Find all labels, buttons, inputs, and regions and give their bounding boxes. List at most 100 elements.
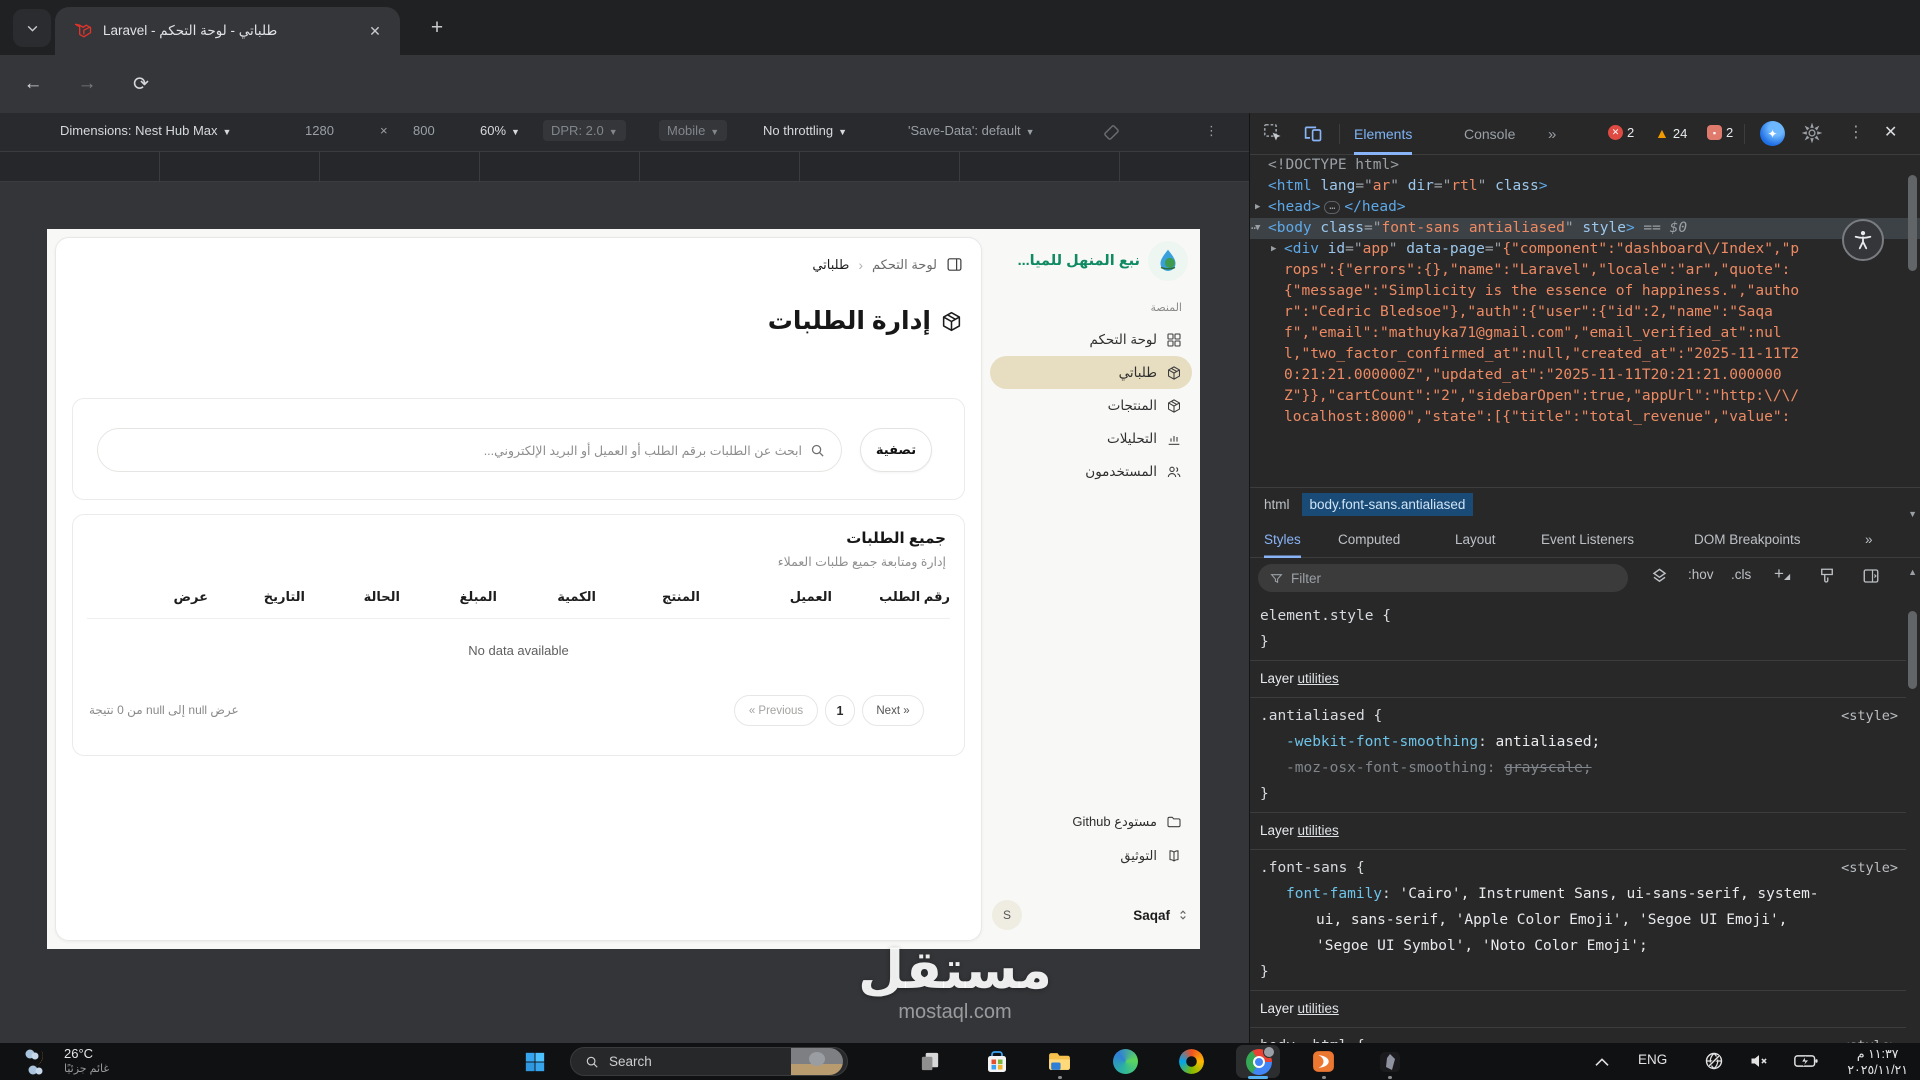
- volume-muted-icon[interactable]: [1749, 1051, 1769, 1071]
- weather-icon[interactable]: [20, 1046, 54, 1078]
- battery-charging-icon[interactable]: [1794, 1052, 1818, 1070]
- save-data-select[interactable]: 'Save-Data': default▼: [908, 123, 1035, 138]
- back-button[interactable]: ←: [18, 69, 48, 99]
- new-style-rule-icon[interactable]: +◢: [1774, 564, 1790, 584]
- stylesheet-source-link[interactable]: <style>: [1841, 1033, 1898, 1043]
- network-globe-icon[interactable]: [1704, 1051, 1724, 1071]
- new-tab-button[interactable]: +: [424, 15, 450, 41]
- layer-link[interactable]: utilities: [1298, 823, 1339, 838]
- collapse-arrow-icon[interactable]: ▼: [1255, 218, 1260, 239]
- dom-node-line[interactable]: Z"}},"cartCount":"2","sidebarOpen":true,…: [1250, 386, 1920, 407]
- devtools-menu-icon[interactable]: ⋮: [1848, 122, 1864, 142]
- breadcrumb-root[interactable]: لوحة التحكم: [872, 257, 937, 273]
- dom-node-line[interactable]: {"message":"Simplicity is the essence of…: [1250, 281, 1920, 302]
- expand-arrow-icon[interactable]: ▶: [1255, 197, 1260, 218]
- sidebar-item[interactable]: المستخدمون: [990, 455, 1192, 488]
- hover-state-toggle[interactable]: :hov: [1688, 567, 1714, 582]
- style-rule[interactable]: .font-sans {<style>font-family: 'Cairo',…: [1250, 850, 1906, 990]
- stylesheet-source-link[interactable]: <style>: [1841, 855, 1898, 881]
- taskbar-clock[interactable]: ١١:٣٧ م ٢٠٢٥/١١/٢١: [1847, 1046, 1908, 1078]
- breadcrumb-html[interactable]: html: [1264, 497, 1290, 512]
- styles-tab--[interactable]: »: [1865, 520, 1873, 558]
- class-toggle[interactable]: .cls: [1731, 567, 1751, 582]
- filter-button[interactable]: تصفية: [860, 428, 932, 472]
- page-number-button[interactable]: 1: [825, 695, 855, 726]
- style-rule[interactable]: element.style {}: [1250, 598, 1906, 660]
- rendering-emulation-icon[interactable]: [1818, 567, 1836, 585]
- sidebar-item[interactable]: المنتجات: [990, 389, 1192, 422]
- dom-node-line[interactable]: rops":{"errors":{},"name":"Laravel","loc…: [1250, 260, 1920, 281]
- computed-sidebar-toggle-icon[interactable]: [1862, 567, 1880, 585]
- breadcrumb-body-selected[interactable]: body.font-sans.antialiased: [1302, 493, 1474, 516]
- dom-node-selected[interactable]: ⋯▼<body class="font-sans antialiased" st…: [1250, 218, 1920, 239]
- devtools-tab-console[interactable]: Console: [1464, 113, 1515, 155]
- accessibility-overlay-icon[interactable]: [1842, 219, 1884, 261]
- previous-page-button[interactable]: « Previous: [734, 695, 818, 726]
- dom-node-line[interactable]: l,"two_factor_confirmed_at":null,"create…: [1250, 344, 1920, 365]
- style-rule[interactable]: .antialiased {<style>-webkit-font-smooth…: [1250, 698, 1906, 812]
- layer-link[interactable]: utilities: [1298, 1001, 1339, 1016]
- start-button[interactable]: [524, 1051, 546, 1073]
- chrome-icon[interactable]: [1245, 1048, 1272, 1075]
- throttling-select[interactable]: No throttling▼: [763, 123, 847, 138]
- taskbar-chevron-up-icon[interactable]: [1594, 1056, 1610, 1068]
- stylesheet-source-link[interactable]: <style>: [1841, 703, 1898, 729]
- more-tabs-icon[interactable]: »: [1548, 113, 1556, 155]
- elements-scrollbar[interactable]: [1907, 161, 1918, 525]
- sidebar-user[interactable]: S Saqaf: [992, 895, 1190, 935]
- task-view-icon[interactable]: [917, 1048, 944, 1075]
- forward-button[interactable]: →: [72, 69, 102, 99]
- device-type-select[interactable]: Mobile▼: [659, 120, 727, 141]
- scroll-up-icon[interactable]: ▲: [1908, 567, 1917, 577]
- next-page-button[interactable]: Next »: [862, 695, 924, 726]
- error-badge[interactable]: ✕2: [1608, 125, 1634, 140]
- css-property[interactable]: -webkit-font-smoothing: antialiased;: [1260, 729, 1900, 755]
- rotate-device-icon[interactable]: [1102, 123, 1121, 145]
- styles-tab-dom-breakpoints[interactable]: DOM Breakpoints: [1694, 520, 1801, 558]
- sidebar-footer-item[interactable]: مستودع Github: [990, 807, 1192, 837]
- brand[interactable]: نبع المنهل للميا...: [1018, 241, 1188, 281]
- sidebar-footer-item[interactable]: التوثيق: [990, 841, 1192, 871]
- css-property[interactable]: font-family: 'Cairo', Instrument Sans, u…: [1260, 881, 1900, 907]
- styles-filter-input[interactable]: Filter: [1258, 564, 1628, 592]
- microsoft-store-icon[interactable]: [983, 1048, 1010, 1075]
- issues-badge[interactable]: ▪2: [1707, 125, 1733, 140]
- tab-close-icon[interactable]: ✕: [364, 20, 386, 42]
- ai-assistant-icon[interactable]: ✦: [1760, 121, 1785, 146]
- sidebar-item[interactable]: طلباتي: [990, 356, 1192, 389]
- device-dpr-select[interactable]: DPR: 2.0▼: [543, 120, 626, 141]
- styles-tab-layout[interactable]: Layout: [1455, 520, 1496, 558]
- reload-button[interactable]: ⟳: [126, 69, 156, 99]
- styles-scrollbar[interactable]: [1907, 609, 1918, 1029]
- obsidian-icon[interactable]: [1376, 1048, 1403, 1075]
- dom-node-line[interactable]: localhost:8000","state":[{"title":"total…: [1250, 407, 1920, 428]
- devtools-tab-elements[interactable]: Elements: [1354, 113, 1412, 155]
- copilot-icon[interactable]: [1178, 1048, 1205, 1075]
- dom-node-line[interactable]: <!DOCTYPE html>: [1250, 155, 1920, 176]
- dom-node-line[interactable]: 0:21:21.000000Z","updated_at":"2025-11-1…: [1250, 365, 1920, 386]
- inspect-element-icon[interactable]: [1263, 123, 1284, 144]
- dom-node-line[interactable]: ▶<head>…</head>: [1250, 197, 1920, 218]
- layer-link[interactable]: utilities: [1298, 671, 1339, 686]
- sidebar-toggle-icon[interactable]: [946, 256, 963, 273]
- devtools-settings-gear-icon[interactable]: [1802, 123, 1822, 143]
- taskbar-search[interactable]: Search: [570, 1047, 848, 1076]
- expand-arrow-icon[interactable]: ▶: [1271, 239, 1276, 260]
- devtools-close-icon[interactable]: ✕: [1884, 122, 1897, 142]
- file-explorer-icon[interactable]: [1046, 1048, 1073, 1075]
- styles-tab-styles[interactable]: Styles: [1264, 520, 1301, 558]
- sidebar-item[interactable]: لوحة التحكم: [990, 323, 1192, 356]
- device-toolbar-toggle-icon[interactable]: [1303, 123, 1324, 144]
- sidebar-item[interactable]: التحليلات: [990, 422, 1192, 455]
- cascade-layers-icon[interactable]: [1650, 567, 1669, 586]
- dom-node-line[interactable]: f","email":"mathuyka71@gmail.com","email…: [1250, 323, 1920, 344]
- language-indicator[interactable]: ENG: [1638, 1052, 1667, 1067]
- styles-tab-event-listeners[interactable]: Event Listeners: [1541, 520, 1634, 558]
- dom-node-line[interactable]: ▶<div id="app" data-page="{"component":"…: [1250, 239, 1920, 260]
- dom-node-line[interactable]: <html lang="ar" dir="rtl" class>: [1250, 176, 1920, 197]
- styles-tab-computed[interactable]: Computed: [1338, 520, 1400, 558]
- style-rule[interactable]: body, html {<style>: [1250, 1028, 1906, 1043]
- css-property[interactable]: -moz-osx-font-smoothing: grayscale;: [1260, 755, 1900, 781]
- browser-tab[interactable]: Laravel - طلباتي - لوحة التحكم ✕: [55, 7, 400, 55]
- collapsed-content-icon[interactable]: …: [1324, 201, 1340, 214]
